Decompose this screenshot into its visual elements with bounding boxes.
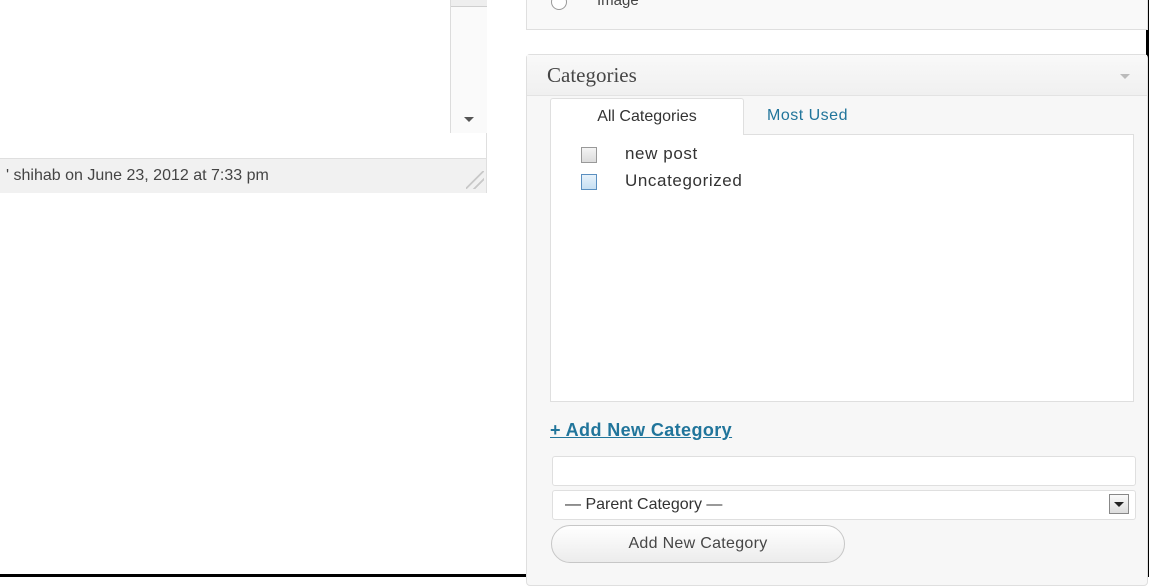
chevron-down-icon — [1114, 502, 1124, 507]
dropdown-button[interactable] — [1109, 494, 1129, 514]
format-image-label: Image — [597, 0, 639, 9]
post-editor-area[interactable]: ' shihab on June 23, 2012 at 7:33 pm — [0, 0, 487, 193]
editor-scrollbar[interactable] — [450, 0, 487, 133]
category-label[interactable]: new post — [625, 144, 698, 164]
scroll-down-arrow-icon[interactable] — [464, 117, 474, 122]
categories-header[interactable]: Categories — [527, 55, 1147, 96]
new-category-name-input[interactable] — [552, 456, 1136, 486]
category-checklist: new post Uncategorized — [550, 134, 1134, 402]
collapse-toggle-icon[interactable] — [1120, 74, 1130, 79]
category-label[interactable]: Uncategorized — [625, 171, 742, 191]
last-edited-status-bar: ' shihab on June 23, 2012 at 7:33 pm — [0, 158, 486, 193]
resize-grip-icon[interactable] — [466, 171, 484, 189]
categories-title: Categories — [547, 63, 637, 87]
tab-most-used[interactable]: Most Used — [755, 98, 927, 134]
parent-category-select[interactable]: — Parent Category — — [552, 490, 1136, 520]
scrollbar-thumb[interactable] — [451, 0, 487, 7]
format-image-radio[interactable] — [551, 0, 567, 10]
parent-category-selected: — Parent Category — — [565, 496, 723, 513]
last-edited-text: ' shihab on June 23, 2012 at 7:33 pm — [6, 167, 269, 184]
category-checkbox[interactable] — [581, 147, 597, 163]
add-new-category-link[interactable]: + Add New Category — [550, 420, 732, 441]
tab-all-categories[interactable]: All Categories — [550, 98, 744, 135]
category-checkbox[interactable] — [581, 174, 597, 190]
post-format-box: Image — [526, 0, 1148, 30]
add-new-category-button[interactable]: Add New Category — [551, 525, 845, 563]
